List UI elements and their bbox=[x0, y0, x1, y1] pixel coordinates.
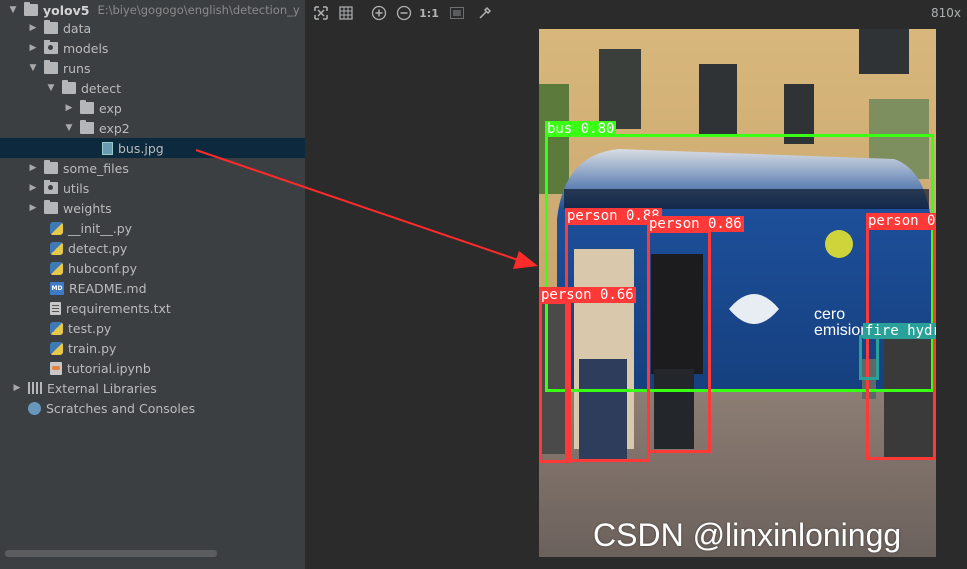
annotation-arrow bbox=[195, 149, 538, 269]
